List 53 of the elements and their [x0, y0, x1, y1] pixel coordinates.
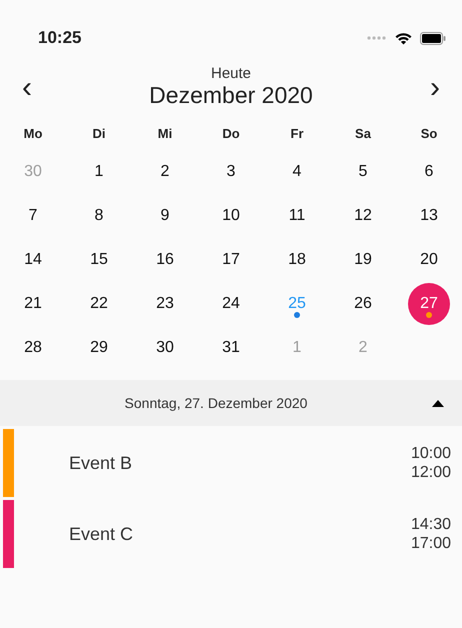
calendar-day[interactable]: 11 — [276, 195, 318, 237]
weekday-label: Sa — [354, 125, 372, 144]
calendar-day[interactable]: 24 — [210, 283, 252, 325]
weekday-label: Mo — [22, 125, 44, 144]
today-link[interactable]: Heute — [149, 66, 313, 82]
calendar-day[interactable]: 27 — [408, 283, 450, 325]
calendar-day[interactable]: 1 — [78, 151, 120, 193]
wifi-icon — [395, 32, 412, 44]
calendar-day[interactable]: 10 — [210, 195, 252, 237]
calendar-day[interactable]: 21 — [12, 283, 54, 325]
calendar-day[interactable]: 15 — [78, 239, 120, 281]
selected-date: Sonntag, 27. Dezember 2020 — [124, 394, 308, 413]
weekday-label: Do — [221, 125, 241, 144]
calendar-day[interactable]: 30 — [144, 327, 186, 369]
calendar-day[interactable]: 14 — [12, 239, 54, 281]
weekday-label: Di — [92, 125, 106, 144]
calendar-day[interactable]: 19 — [342, 239, 384, 281]
calendar-day[interactable]: 9 — [144, 195, 186, 237]
clock-time: 10:25 — [38, 27, 82, 50]
calendar-day[interactable]: 3 — [210, 151, 252, 193]
calendar-day[interactable]: 31 — [210, 327, 252, 369]
calendar-day[interactable]: 17 — [210, 239, 252, 281]
collapse-icon[interactable] — [432, 400, 444, 406]
calendar-day[interactable]: 12 — [342, 195, 384, 237]
calendar-day[interactable]: 2 — [144, 151, 186, 193]
battery-icon — [420, 32, 446, 44]
previous-month-button[interactable]: ‹ — [18, 73, 36, 103]
weekday-label: Fr — [290, 125, 304, 144]
calendar-day[interactable]: 8 — [78, 195, 120, 237]
weekday-label: Mi — [156, 125, 174, 144]
calendar-day[interactable]: 29 — [78, 327, 120, 369]
calendar-day[interactable]: 18 — [276, 239, 318, 281]
start-time: 14:30 — [410, 514, 451, 534]
calendar-day[interactable]: 13 — [408, 195, 450, 237]
month-title: Dezember 2020 — [149, 82, 313, 110]
calendar-day[interactable]: 7 — [12, 195, 54, 237]
signal-icon — [367, 36, 387, 40]
weekday-label: So — [420, 125, 438, 144]
calendar-day[interactable]: 23 — [144, 283, 186, 325]
calendar-day[interactable]: 5 — [342, 151, 384, 193]
calendar-day[interactable]: 20 — [408, 239, 450, 281]
start-time: 10:00 — [410, 444, 451, 463]
calendar-day[interactable]: 28 — [12, 327, 54, 369]
calendar-day[interactable]: 4 — [276, 151, 318, 193]
calendar-day[interactable]: 22 — [78, 283, 120, 325]
next-month-button[interactable]: › — [426, 73, 444, 103]
event-title[interactable]: Event C — [69, 520, 411, 548]
calendar-day[interactable]: 16 — [144, 239, 186, 281]
calendar-day[interactable]: 26 — [342, 283, 384, 325]
end-time: 12:00 — [410, 463, 451, 482]
event-title[interactable]: Event B — [69, 450, 411, 476]
end-time: 17:00 — [410, 534, 451, 554]
calendar-day[interactable]: 6 — [408, 151, 450, 193]
